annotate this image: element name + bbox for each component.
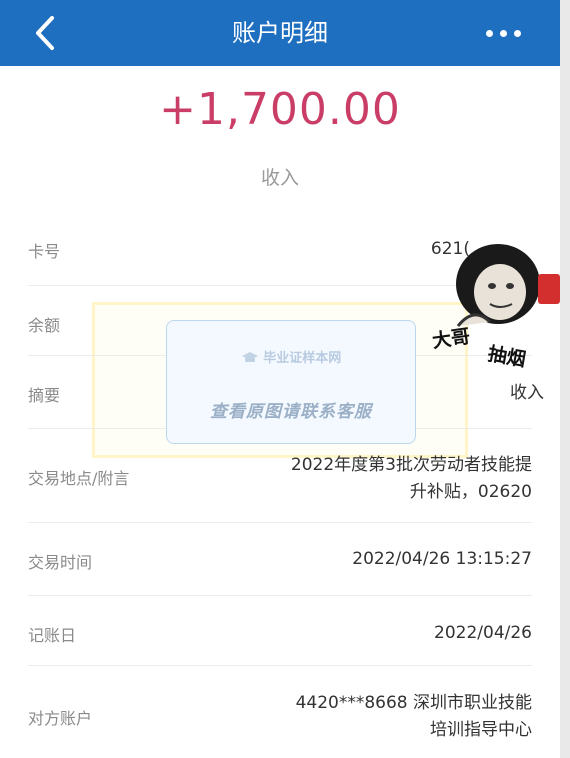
transaction-amount: +1,700.00 bbox=[159, 84, 401, 135]
sticker-text-1: 大哥 bbox=[430, 325, 472, 353]
counterparty-line1: 4420***8668 深圳市职业技能 bbox=[295, 693, 532, 713]
more-dots-icon bbox=[500, 30, 507, 37]
balance-label: 余额 bbox=[28, 316, 61, 335]
location-note-value: 2022年度第3批次劳动者技能提 升补贴，02620 bbox=[291, 452, 532, 506]
watermark-overlay: 毕业证样本网 查看原图请联系客服 bbox=[166, 320, 416, 444]
more-button[interactable] bbox=[484, 22, 524, 44]
divider bbox=[28, 665, 532, 666]
counterparty-account-label: 对方账户 bbox=[28, 709, 93, 728]
counterparty-account-value: 4420***8668 深圳市职业技能 培训指导中心 bbox=[296, 690, 532, 744]
transaction-time-value: 2022/04/26 13:15:27 bbox=[352, 549, 532, 569]
summary-label: 摘要 bbox=[28, 386, 61, 405]
divider bbox=[28, 522, 532, 523]
watermark-notice: 查看原图请联系客服 bbox=[210, 402, 372, 422]
transaction-time-label: 交易时间 bbox=[28, 553, 93, 572]
location-note-line2: 升补贴，02620 bbox=[409, 482, 532, 502]
location-note-label: 交易地点/附言 bbox=[28, 469, 130, 488]
graduation-cap-icon bbox=[241, 352, 258, 362]
watermark-logo: 毕业证样本网 bbox=[167, 347, 415, 366]
more-dots-icon bbox=[486, 30, 493, 37]
more-dots-icon bbox=[514, 30, 521, 37]
sticker-text-2: 抽烟 bbox=[486, 342, 528, 372]
card-number-label: 卡号 bbox=[28, 242, 61, 261]
transaction-type: 收入 bbox=[260, 167, 299, 189]
posting-date-label: 记账日 bbox=[28, 626, 77, 645]
divider bbox=[28, 595, 532, 596]
meme-sticker: 大哥 抽烟 bbox=[428, 236, 564, 396]
posting-date-value: 2022/04/26 bbox=[434, 623, 532, 643]
location-note-line1: 2022年度第3批次劳动者技能提 bbox=[290, 455, 532, 475]
top-app-bar: 账户明细 bbox=[0, 0, 560, 66]
counterparty-line2: 培训指导中心 bbox=[430, 720, 532, 740]
watermark-logo-text: 毕业证样本网 bbox=[263, 351, 342, 366]
page-title: 账户明细 bbox=[232, 19, 328, 47]
